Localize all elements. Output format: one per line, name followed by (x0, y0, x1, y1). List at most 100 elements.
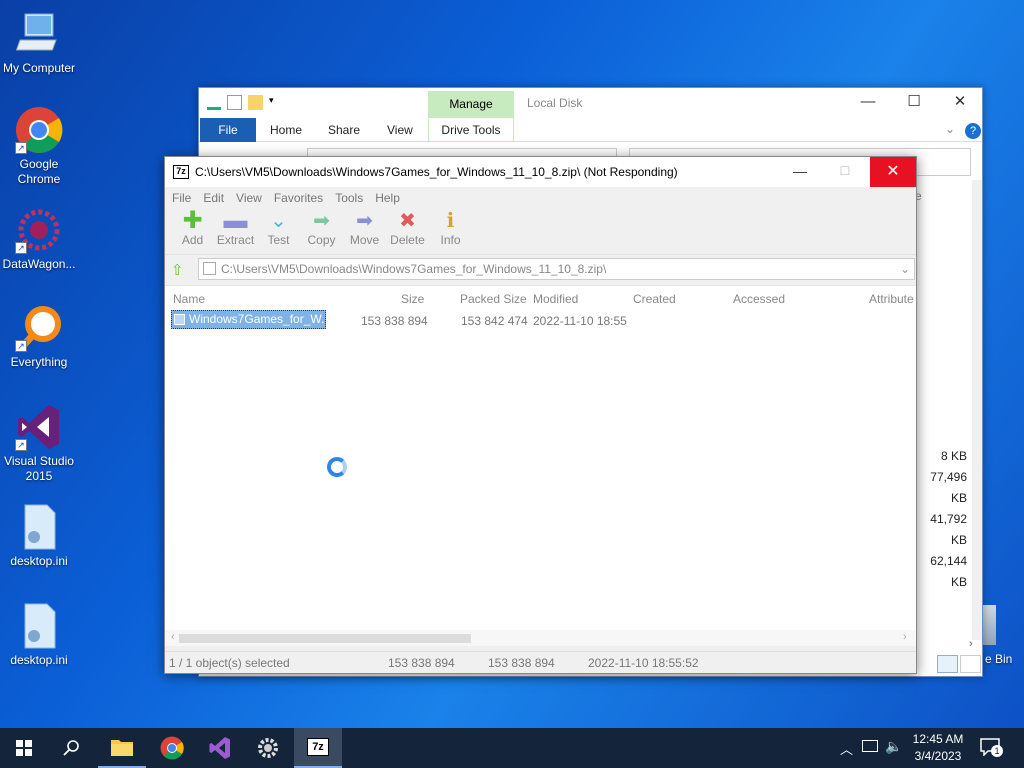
taskbar-clock[interactable]: 12:45 AM 3/4/2023 (898, 731, 978, 765)
folder-up-icon[interactable]: ⇧ (171, 261, 184, 279)
taskbar-visual-studio[interactable] (196, 728, 244, 768)
plus-icon: ✚ (182, 207, 203, 234)
copy-arrow-icon: ➡ (313, 210, 330, 232)
maximize-button[interactable]: ☐ (832, 157, 858, 187)
help-icon[interactable]: ? (965, 123, 981, 139)
details-view-icon[interactable] (937, 655, 958, 673)
test-button[interactable]: ⌄ Test (257, 209, 300, 254)
table-row-name-selected[interactable]: Windows7Games_for_W... (171, 310, 326, 329)
status-size: 153 838 894 (388, 656, 455, 670)
row-modified: 2022-11-10 18:55 (533, 314, 627, 328)
size-cell: 8 KB (940, 449, 967, 463)
menu-favorites[interactable]: Favorites (274, 187, 323, 209)
vertical-scrollbar[interactable] (972, 180, 982, 640)
scrollbar-thumb[interactable] (179, 634, 471, 643)
desktop-icon-everything[interactable]: ↗ Everything (0, 304, 78, 370)
info-button[interactable]: ℹ Info (429, 209, 472, 254)
checkmark-icon[interactable] (227, 95, 242, 110)
tab-drive-tools[interactable]: Drive Tools (428, 118, 514, 142)
tab-share[interactable]: Share (314, 118, 374, 142)
settings-file-icon (15, 503, 63, 551)
chevron-down-icon[interactable]: ⌄ (945, 122, 955, 136)
7zip-titlebar[interactable]: 7z C:\Users\VM5\Downloads\Windows7Games_… (165, 157, 916, 187)
notification-center-button[interactable]: 1 (980, 738, 1003, 758)
large-icons-view-icon[interactable] (960, 655, 981, 673)
address-combobox[interactable]: C:\Users\VM5\Downloads\Windows7Games_for… (198, 258, 915, 280)
menu-tools[interactable]: Tools (335, 187, 363, 209)
windows-logo-icon (16, 740, 32, 756)
address-path: C:\Users\VM5\Downloads\Windows7Games_for… (221, 262, 607, 276)
delete-button[interactable]: ✖ Delete (386, 209, 429, 254)
scroll-right-arrow[interactable]: › (969, 638, 973, 650)
scroll-right-arrow[interactable]: › (903, 631, 907, 643)
close-button[interactable]: ✕ (937, 88, 983, 118)
add-label: Add (181, 233, 204, 247)
file-list[interactable]: Name Size Packed Size Modified Created A… (165, 285, 916, 646)
copy-label: Copy (307, 233, 336, 247)
chevron-down-icon[interactable]: ⌄ (900, 259, 910, 279)
explorer-titlebar[interactable]: ▾ Manage Local Disk — ☐ ✕ (199, 88, 982, 118)
tab-home[interactable]: Home (256, 118, 316, 142)
properties-icon[interactable] (207, 95, 221, 110)
desktop-icon-my-computer[interactable]: My Computer (0, 10, 78, 76)
explorer-size-column: 8 KB 77,496 KB 41,792 KB 62,144 KB (915, 446, 967, 593)
manage-context-tab[interactable]: Manage (428, 91, 514, 118)
tab-file[interactable]: File (200, 118, 256, 142)
desktop-icon-visual-studio[interactable]: ↗ Visual Studio 2015 (0, 403, 78, 484)
taskbar-file-explorer[interactable] (98, 728, 146, 768)
desktop-icon-label: desktop.ini (10, 554, 68, 568)
chevron-down-icon[interactable]: ▾ (269, 95, 277, 110)
extract-button[interactable]: ▬ Extract (214, 209, 257, 254)
shortcut-arrow-icon: ↗ (15, 142, 27, 154)
computer-icon (15, 10, 63, 58)
chrome-icon: ↗ (15, 106, 63, 154)
column-header-created[interactable]: Created (633, 292, 676, 306)
copy-button[interactable]: ➡ Copy (300, 209, 343, 254)
test-label: Test (267, 233, 290, 247)
desktop-icon-label: desktop.ini (10, 653, 68, 667)
scroll-left-arrow[interactable]: ‹ (171, 631, 175, 643)
column-header-name[interactable]: Name (173, 292, 205, 306)
info-icon: ℹ (446, 210, 455, 232)
column-header-modified[interactable]: Modified (533, 292, 578, 306)
close-button[interactable]: ✕ (870, 157, 916, 187)
status-bar: 1 / 1 object(s) selected 153 838 894 153… (165, 651, 916, 673)
size-cell: 62,144 KB (930, 554, 967, 589)
add-button[interactable]: ✚ Add (171, 209, 214, 254)
menu-edit[interactable]: Edit (203, 187, 224, 209)
taskbar-7zip[interactable]: 7z (294, 728, 342, 768)
chrome-icon (160, 736, 184, 760)
desktop-icon-desktop-ini-1[interactable]: desktop.ini (0, 503, 78, 569)
menu-view[interactable]: View (236, 187, 262, 209)
desktop-icon-desktop-ini-2[interactable]: desktop.ini (0, 602, 78, 668)
desktop-icon-google-chrome[interactable]: ↗ Google Chrome (0, 106, 78, 187)
notification-count-badge: 1 (991, 745, 1003, 757)
search-button[interactable] (48, 728, 96, 768)
minimize-button[interactable]: — (845, 88, 891, 118)
maximize-button[interactable]: ☐ (891, 88, 937, 118)
column-header-size[interactable]: Size (401, 292, 424, 306)
column-header-accessed[interactable]: Accessed (733, 292, 785, 306)
new-folder-icon[interactable] (248, 95, 263, 110)
menu-help[interactable]: Help (375, 187, 400, 209)
horizontal-scrollbar[interactable]: ‹ › (165, 630, 916, 646)
start-button[interactable] (0, 728, 48, 768)
visual-studio-icon: ↗ (15, 403, 63, 451)
chevron-up-icon[interactable]: ︿ (840, 739, 853, 758)
menu-file[interactable]: File (172, 187, 191, 209)
move-button[interactable]: ➡ Move (343, 209, 386, 254)
taskbar-chrome[interactable] (148, 728, 196, 768)
network-icon[interactable] (862, 740, 878, 752)
desktop-icon-datawagon[interactable]: ↗ DataWagon... (0, 206, 78, 272)
window-title: C:\Users\VM5\Downloads\Windows7Games_for… (195, 165, 678, 179)
column-header-attributes[interactable]: Attribute (869, 292, 914, 306)
desktop-icon-label: Everything (10, 355, 68, 369)
minimize-button[interactable]: — (787, 157, 813, 187)
column-header-packed-size[interactable]: Packed Size (460, 292, 527, 306)
desktop-icon-label: DataWagon... (2, 257, 76, 271)
tab-view[interactable]: View (373, 118, 427, 142)
move-arrow-icon: ➡ (356, 210, 373, 232)
settings-file-icon (15, 602, 63, 650)
taskbar-settings-app[interactable] (244, 728, 292, 768)
7zip-file-manager-window[interactable]: 7z C:\Users\VM5\Downloads\Windows7Games_… (164, 156, 917, 674)
